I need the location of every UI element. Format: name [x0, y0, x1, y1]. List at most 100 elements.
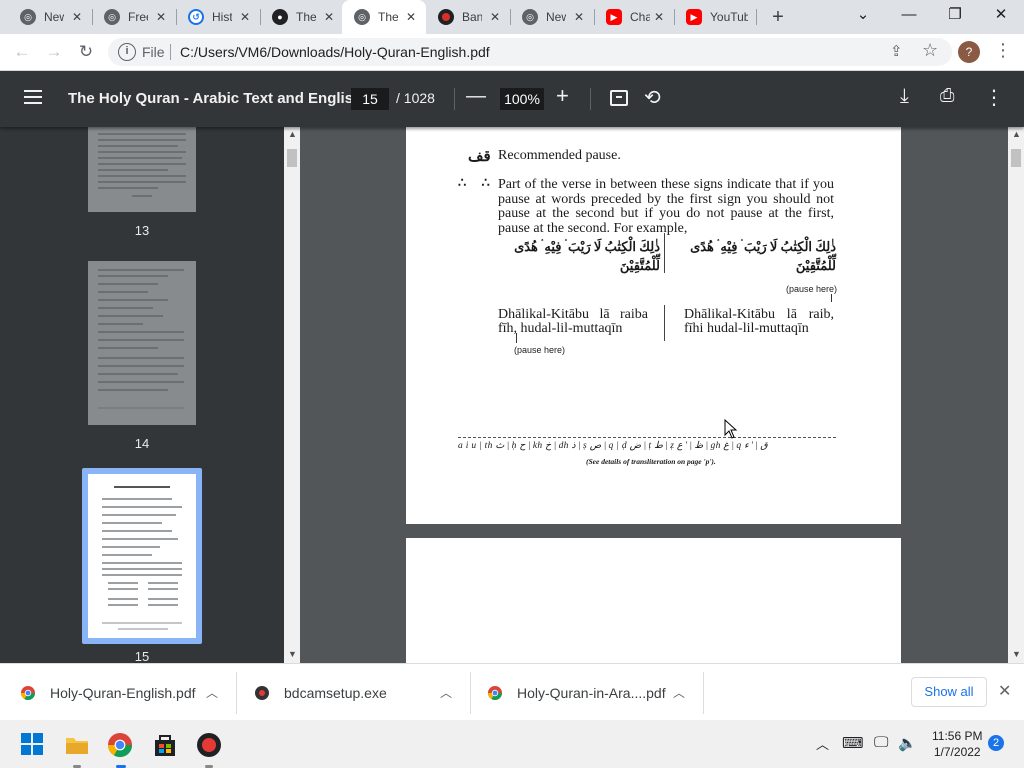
chrome-icon — [21, 685, 35, 700]
close-tab-icon[interactable]: ✕ — [156, 10, 166, 24]
shelf-separator — [470, 672, 471, 714]
thumbnail-page-13[interactable] — [88, 127, 196, 212]
tab-youtube[interactable]: ▶ YouTube — [674, 0, 758, 34]
close-tab-icon[interactable]: ✕ — [654, 10, 664, 24]
zoom-in-button[interactable]: + — [556, 83, 569, 109]
tab-free[interactable]: ◎ Free ✕ — [92, 0, 176, 34]
scroll-down-icon[interactable]: ▼ — [1012, 649, 1021, 659]
keyboard-icon[interactable]: ⌨ — [842, 734, 864, 752]
chrome-icon[interactable] — [107, 732, 133, 758]
profile-avatar[interactable]: ? — [958, 41, 980, 63]
pdf-viewer[interactable]: قف Recommended pause. ∴ ∴ Part of the ve… — [300, 127, 1024, 663]
close-tab-icon[interactable]: ✕ — [240, 10, 250, 24]
zoom-out-button[interactable]: — — [466, 85, 486, 108]
fit-to-page-icon[interactable] — [610, 90, 628, 106]
reload-button[interactable]: ↻ — [74, 40, 98, 64]
bandicam-record-icon[interactable] — [196, 732, 222, 758]
clock-time: 11:56 PM — [932, 729, 983, 743]
viewer-scrollbar[interactable]: ▲ ▼ — [1008, 127, 1024, 663]
close-shelf-icon[interactable]: ✕ — [998, 681, 1011, 701]
tab-new-2[interactable]: ◎ New ✕ — [510, 0, 594, 34]
download-item-3[interactable]: Holy-Quran-in-Ara....pdf ︿ — [487, 664, 703, 721]
back-button[interactable]: ← — [10, 40, 34, 64]
close-tab-icon[interactable]: ✕ — [406, 10, 416, 24]
chrome-icon: ◎ — [104, 9, 120, 25]
bookmark-star-icon[interactable]: ☆ — [922, 40, 938, 61]
sidebar-menu-icon[interactable] — [24, 90, 42, 104]
tab-search-icon[interactable]: ⌄ — [840, 0, 886, 34]
new-tab-button[interactable]: + — [766, 5, 790, 29]
download-item-1[interactable]: Holy-Quran-English.pdf ︿ — [20, 664, 236, 721]
shelf-separator — [703, 672, 704, 714]
thumbnail-page-14[interactable] — [88, 261, 196, 425]
tab-bandicam[interactable]: Bandicam ✕ — [426, 0, 510, 34]
chevron-up-icon[interactable]: ︿ — [206, 684, 218, 701]
pause-here-label: (pause here) — [514, 345, 566, 355]
close-tab-icon[interactable]: ✕ — [574, 10, 584, 24]
example-divider — [664, 233, 665, 273]
show-all-button[interactable]: Show all — [911, 677, 987, 707]
page-number-input[interactable]: 15 — [351, 88, 389, 110]
pdf-next-page — [406, 538, 901, 663]
scheme-label: File — [142, 44, 165, 60]
show-hidden-icons[interactable]: ︿ — [816, 734, 829, 753]
zoom-input[interactable]: 100% — [500, 88, 544, 110]
history-icon: ↺ — [188, 9, 204, 25]
download-item-2[interactable]: bdcamsetup.exe ︿ — [254, 664, 470, 721]
scroll-thumb[interactable] — [287, 149, 297, 167]
file-explorer-icon[interactable] — [64, 732, 90, 758]
restore-button[interactable]: ❐ — [932, 0, 978, 34]
tab-history[interactable]: ↺ History ✕ — [176, 0, 260, 34]
url-text[interactable]: C:/Users/VM6/Downloads/Holy-Quran-Englis… — [180, 44, 490, 60]
tab-channel[interactable]: ▶ Channel ✕ — [594, 0, 674, 34]
tab-the-active[interactable]: ◎ The ✕ — [342, 0, 426, 34]
tab-new-1[interactable]: ◎ New ✕ — [8, 0, 92, 34]
thumbnail-page-image — [88, 474, 196, 638]
scroll-up-icon[interactable]: ▲ — [288, 129, 297, 139]
share-icon[interactable]: ⇪ — [890, 42, 903, 60]
close-tab-icon[interactable]: ✕ — [324, 10, 334, 24]
chevron-up-icon[interactable]: ︿ — [673, 684, 685, 701]
example-divider — [664, 305, 665, 341]
notification-badge[interactable]: 2 — [988, 735, 1004, 751]
volume-icon[interactable]: 🔈 — [898, 734, 917, 752]
sidebar-scrollbar[interactable]: ▲ ▼ — [284, 127, 300, 663]
print-icon[interactable]: ⎙ — [940, 85, 954, 106]
pause-here-label: (pause here) — [786, 284, 838, 294]
chevron-up-icon[interactable]: ︿ — [440, 684, 452, 701]
tab-separator — [756, 9, 757, 25]
scroll-thumb[interactable] — [1011, 149, 1021, 167]
forward-button[interactable]: → — [42, 40, 66, 64]
info-icon[interactable]: i — [118, 43, 136, 61]
close-tab-icon[interactable]: ✕ — [490, 10, 500, 24]
clock-date: 1/7/2022 — [933, 745, 981, 759]
bandicam-icon — [255, 685, 269, 700]
close-tab-icon[interactable]: ✕ — [72, 10, 82, 24]
arabic-example-left: ذٰلِكَ الْكِتٰبُ لَا رَيْبَ ۛ فِيْهِ ۛ ه… — [514, 239, 660, 273]
pause-arrow — [831, 294, 832, 302]
store-icon[interactable] — [152, 732, 178, 758]
browser-toolbar: ← → ↻ i File C:/Users/VM6/Downloads/Holy… — [0, 34, 1024, 71]
thumbnail-page-15[interactable] — [82, 468, 202, 644]
windows-start-icon[interactable] — [20, 732, 44, 756]
scroll-down-icon[interactable]: ▼ — [288, 649, 297, 659]
tab-title: New — [44, 10, 64, 24]
pdf-title: The Holy Quran - Arabic Text and Englis.… — [68, 90, 366, 107]
network-icon[interactable]: 🖵 — [874, 734, 888, 751]
scroll-up-icon[interactable]: ▲ — [1012, 129, 1021, 139]
chrome-icon: ◎ — [20, 9, 36, 25]
rotate-icon[interactable]: ⟲ — [644, 85, 661, 110]
download-filename: Holy-Quran-English.pdf — [50, 684, 196, 701]
more-options-icon[interactable]: ⋮ — [984, 85, 1004, 110]
tab-the-1[interactable]: ● The ✕ — [260, 0, 344, 34]
system-clock[interactable]: 11:56 PM 1/7/2022 — [932, 728, 982, 760]
address-bar[interactable]: i File C:/Users/VM6/Downloads/Holy-Quran… — [108, 38, 952, 66]
minimize-button[interactable]: — — [886, 0, 932, 34]
tab-title: History — [212, 10, 232, 24]
close-window-button[interactable]: ✕ — [978, 0, 1024, 34]
tab-title: YouTube — [710, 10, 748, 24]
thumbnail-label: 13 — [134, 223, 150, 238]
omnibox-separator — [170, 44, 171, 60]
download-icon[interactable]: ⤓ — [900, 85, 909, 108]
chrome-menu-icon[interactable]: ⋮ — [994, 40, 1012, 61]
